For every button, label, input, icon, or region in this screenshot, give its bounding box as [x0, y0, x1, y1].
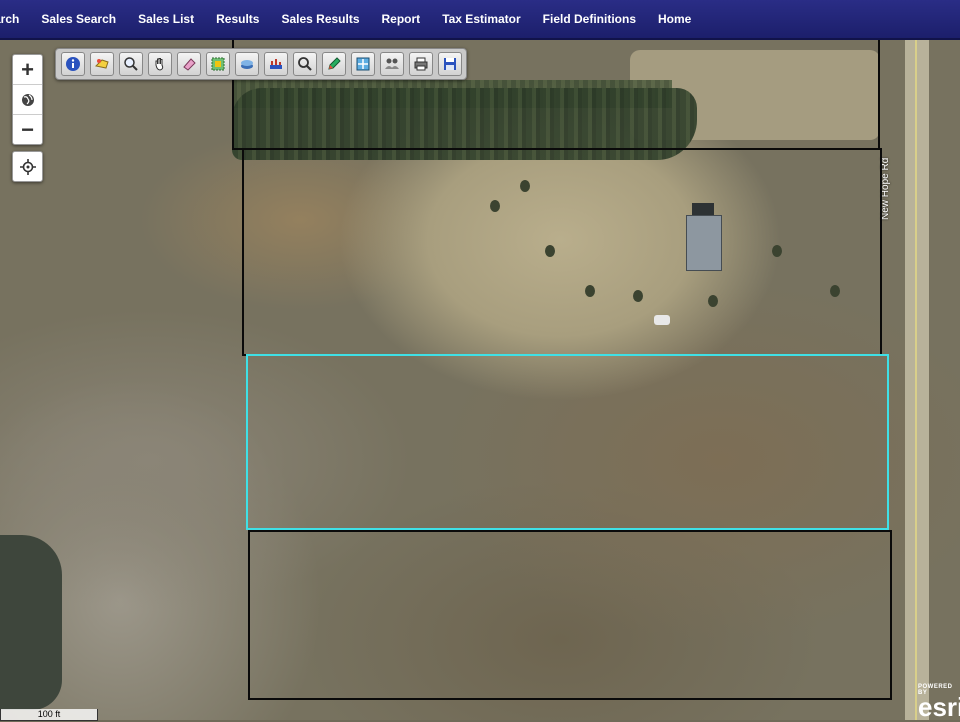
- select-area-tool-button[interactable]: [205, 52, 230, 76]
- eraser-icon: [182, 58, 196, 71]
- scale-bar: 100 ft: [0, 709, 98, 721]
- save-tool-button[interactable]: [437, 52, 462, 76]
- buffer-tool-button[interactable]: [263, 52, 288, 76]
- esri-attribution[interactable]: POWERED BY esri: [918, 684, 960, 720]
- nav-tax-estimator[interactable]: Tax Estimator: [431, 12, 531, 26]
- search-icon: [297, 57, 312, 71]
- parcel-boundary[interactable]: [248, 530, 892, 700]
- globe-icon: [21, 93, 34, 106]
- globe-home-button[interactable]: [13, 85, 42, 115]
- buffer-icon: [269, 59, 282, 69]
- top-nav: arch Sales Search Sales List Results Sal…: [0, 0, 960, 40]
- zoom-in-button[interactable]: +: [13, 55, 42, 85]
- pan-tool-button[interactable]: [147, 52, 172, 76]
- nav-report[interactable]: Report: [371, 12, 432, 26]
- info-icon: [65, 57, 80, 71]
- esri-logo: esri: [918, 692, 960, 722]
- map-road: [905, 40, 929, 720]
- layers-tool-button[interactable]: [234, 52, 259, 76]
- crosshair-icon: [19, 158, 36, 175]
- full-extent-tool-button[interactable]: [350, 52, 375, 76]
- print-tool-button[interactable]: [408, 52, 433, 76]
- zoom-out-button[interactable]: −: [13, 115, 42, 144]
- selected-parcel[interactable]: [246, 354, 889, 530]
- users-icon: [384, 58, 399, 69]
- nav-sales-search[interactable]: Sales Search: [30, 12, 127, 26]
- nav-sales-results[interactable]: Sales Results: [270, 12, 370, 26]
- info-tool-button[interactable]: [60, 52, 85, 76]
- map-toolbar: [55, 48, 467, 80]
- eraser-tool-button[interactable]: [176, 52, 201, 76]
- users-tool-button[interactable]: [379, 52, 404, 76]
- map-viewport[interactable]: New Hope Rd: [0, 40, 960, 720]
- zoom-select-tool-button[interactable]: [118, 52, 143, 76]
- print-icon: [414, 57, 427, 71]
- draw-tool-button[interactable]: [321, 52, 346, 76]
- search-tool-button[interactable]: [292, 52, 317, 76]
- nav-home[interactable]: Home: [647, 12, 702, 26]
- zoom-select-icon: [123, 57, 138, 71]
- map-road-centerline: [915, 40, 917, 720]
- save-icon: [443, 58, 456, 70]
- full-extent-icon: [356, 57, 369, 71]
- nav-search[interactable]: arch: [0, 12, 30, 26]
- locate-button[interactable]: [12, 151, 43, 182]
- zoom-controls: + −: [12, 54, 43, 145]
- draw-pencil-icon: [327, 57, 341, 70]
- nav-field-definitions[interactable]: Field Definitions: [532, 12, 647, 26]
- nav-sales-list[interactable]: Sales List: [127, 12, 205, 26]
- pan-hand-icon: [155, 58, 163, 71]
- identify-icon: [94, 59, 109, 69]
- map-pond: [0, 535, 62, 710]
- nav-results[interactable]: Results: [205, 12, 270, 26]
- layers-icon: [240, 60, 253, 69]
- select-area-icon: [211, 57, 224, 71]
- parcel-boundary[interactable]: [242, 148, 882, 356]
- identify-tool-button[interactable]: [89, 52, 114, 76]
